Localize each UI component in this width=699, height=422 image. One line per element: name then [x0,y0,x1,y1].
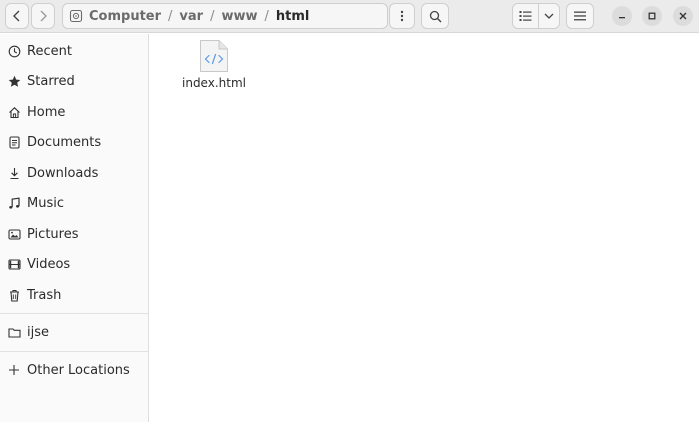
breadcrumb-separator: / [210,8,215,24]
clock-icon [7,44,21,58]
sidebar-item-other-locations[interactable]: Other Locations [0,356,148,384]
document-icon [7,135,21,149]
sidebar-item-trash[interactable]: Trash [0,281,148,309]
sidebar-item-label: Trash [27,287,62,303]
folder-icon [7,325,21,339]
maximize-icon [648,12,656,20]
download-icon [7,166,21,180]
breadcrumb-computer[interactable]: Computer [89,9,161,24]
list-view-icon [519,11,532,21]
sidebar-item-label: Other Locations [27,362,130,378]
list-view-button[interactable] [512,3,539,29]
folder-menu-button[interactable] [389,3,415,29]
main-menu-button[interactable] [566,3,594,29]
back-button[interactable] [5,3,29,29]
sidebar-item-label: Starred [27,73,75,89]
sidebar-item-videos[interactable]: Videos [0,250,148,278]
minimize-button[interactable] [612,6,632,26]
drive-icon [69,9,83,23]
chevron-down-icon [544,13,554,19]
chevron-left-icon [13,10,20,22]
sidebar-item-downloads[interactable]: Downloads [0,159,148,187]
sidebar-item-label: Pictures [27,226,79,242]
sidebar-item-pictures[interactable]: Pictures [0,220,148,248]
music-icon [7,196,21,210]
sidebar-item-documents[interactable]: Documents [0,128,148,156]
breadcrumb-html[interactable]: html [276,9,309,24]
view-options-button[interactable] [538,3,560,29]
chevron-right-icon [40,10,47,22]
close-button[interactable] [673,6,693,26]
home-icon [7,105,21,119]
file-name: index.html [182,76,246,90]
breadcrumb-www[interactable]: www [221,9,257,24]
html-file-icon [200,40,228,72]
minimize-icon [619,17,625,19]
sidebar-item-recent[interactable]: Recent [0,37,148,65]
vertical-dots-icon [400,10,404,22]
sidebar-item-label: Documents [27,134,102,150]
file-view[interactable]: index.html [150,34,699,422]
sidebar-item-music[interactable]: Music [0,189,148,217]
breadcrumb-separator: / [168,8,173,24]
sidebar-separator [0,313,148,314]
maximize-button[interactable] [642,6,662,26]
picture-icon [7,227,21,241]
forward-button[interactable] [31,3,55,29]
file-item[interactable]: index.html [179,38,249,98]
plus-icon [7,363,21,377]
sidebar-item-starred[interactable]: Starred [0,67,148,95]
sidebar-item-home[interactable]: Home [0,98,148,126]
sidebar-item-label: Recent [27,43,72,59]
sidebar-separator [0,351,148,352]
search-icon [429,10,441,22]
sidebar-item-label: Home [27,104,66,120]
close-icon [679,12,687,20]
search-button[interactable] [421,3,449,29]
trash-icon [7,288,21,302]
header-bar: Computer / var / www / html [0,0,699,33]
sidebar-item-label: ijse [27,324,49,340]
sidebar-item-label: Videos [27,256,71,272]
breadcrumb-separator: / [264,8,269,24]
sidebar: Recent Starred Home Documents Downloads … [0,34,149,422]
star-icon [7,74,21,88]
path-bar: Computer / var / www / html [62,3,388,29]
sidebar-item-label: Music [27,195,64,211]
video-icon [7,257,21,271]
sidebar-item-label: Downloads [27,165,99,181]
hamburger-icon [574,11,586,21]
breadcrumb-var[interactable]: var [179,9,203,24]
sidebar-item-ijse[interactable]: ijse [0,318,148,346]
